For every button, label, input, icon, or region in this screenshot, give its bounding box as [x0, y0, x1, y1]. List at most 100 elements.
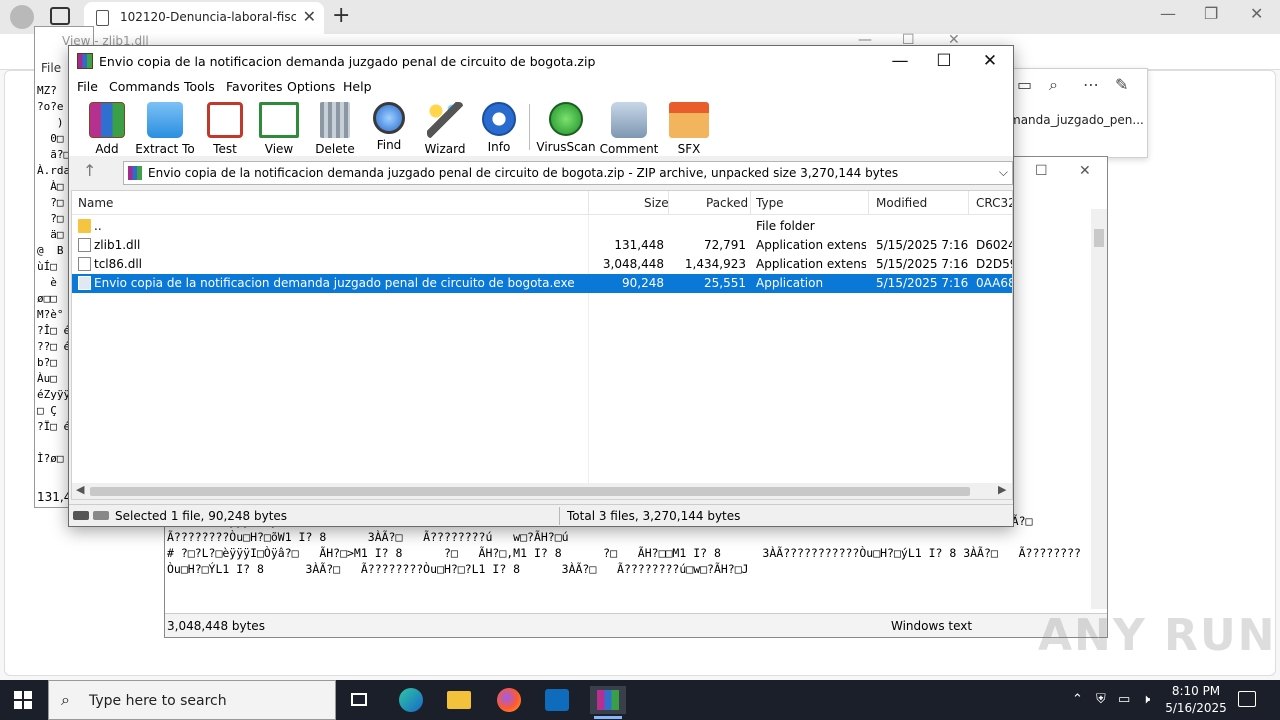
open-folder-icon[interactable]: ▭ [1017, 75, 1032, 94]
main-toolbar: Add Extract To Test View Delete Find Wiz… [69, 98, 1013, 156]
browser-tab[interactable]: 102120-Denuncia-laboral-fiscal-j ✕ [84, 2, 324, 34]
delete-label: Delete [315, 142, 355, 156]
browser-close-icon[interactable]: ✕ [1250, 4, 1263, 23]
find-label: Find [376, 138, 402, 152]
path-bar: ↑ Envio copia de la notificacion demanda… [69, 158, 1013, 186]
col-modified[interactable]: Modified [876, 196, 927, 210]
vertical-scrollbar[interactable] [1091, 209, 1107, 609]
menu-file[interactable]: File [77, 79, 98, 94]
scroll-right-icon[interactable]: ▶ [998, 483, 1006, 496]
zip-archive-icon [128, 166, 142, 180]
folder-icon [78, 219, 91, 233]
virusscan-button[interactable]: VirusScan [536, 102, 596, 156]
taskbar: ⌕ Type here to search ⌃ ⛨ ▭ 🕨 8:10 PM 5/… [0, 680, 1280, 720]
add-button[interactable]: Add [77, 102, 137, 156]
info-label: Info [487, 140, 511, 154]
view-button[interactable]: View [249, 102, 309, 156]
comment-icon [611, 102, 647, 138]
total-status: Total 3 files, 3,270,144 bytes [567, 509, 741, 523]
task-view-icon[interactable] [344, 686, 374, 714]
minimize-icon[interactable]: — [877, 48, 923, 74]
taskbar-search-box[interactable]: ⌕ Type here to search [48, 680, 336, 720]
col-size[interactable]: Size [644, 196, 669, 210]
download-filename[interactable]: manda_juzgado_pen... [1009, 113, 1144, 127]
tab-bar: 102120-Denuncia-laboral-fiscal-j ✕ + — ❐… [0, 0, 1280, 34]
comment-button[interactable]: Comment [599, 102, 659, 156]
new-tab-icon[interactable]: + [332, 3, 350, 28]
row-size: 3,048,448 [602, 257, 664, 271]
sfx-button[interactable]: SFX [659, 102, 719, 156]
system-clock[interactable]: 8:10 PM 5/16/2025 [1160, 683, 1232, 717]
wizard-label: Wizard [424, 142, 466, 156]
tab-actions-icon[interactable] [50, 7, 70, 25]
maximize-icon[interactable]: ☐ [921, 48, 967, 74]
table-row[interactable]: zlib1.dll 131,448 72,791 Application ext… [72, 236, 1012, 255]
show-hidden-icons-icon[interactable]: ⌃ [1072, 692, 1083, 707]
browser-minimize-icon[interactable]: — [1160, 4, 1176, 23]
security-icon[interactable]: ⛨ [1096, 692, 1106, 707]
volume-icon[interactable]: 🕨 [1142, 692, 1150, 707]
viewer-file-menu[interactable]: File [41, 61, 61, 75]
outlook-icon[interactable] [542, 686, 572, 714]
horizontal-scrollbar[interactable]: ◀ ▶ [72, 483, 1012, 499]
downloads-panel: ▭ ⌕ ⋯ ✎ manda_juzgado_pen... [1000, 68, 1148, 158]
close-tab-icon[interactable]: ✕ [303, 7, 316, 26]
info-button[interactable]: Info [469, 102, 529, 156]
winrar-title: Envio copia de la notificacion demanda j… [99, 54, 596, 69]
key-icon[interactable] [93, 511, 109, 520]
table-row-selected[interactable]: Envio copia de la notificacion demanda j… [72, 274, 1012, 293]
winrar-taskbar-icon[interactable] [590, 686, 626, 719]
anyrun-watermark: ANY RUN [1038, 610, 1277, 661]
chevron-down-icon[interactable]: ⌵ [999, 165, 1008, 180]
scroll-left-icon[interactable]: ◀ [76, 483, 84, 496]
col-type[interactable]: Type [756, 196, 784, 210]
row-name: tcl86.dll [94, 257, 143, 271]
menu-options[interactable]: Options [287, 79, 335, 94]
notification-icon[interactable] [1238, 691, 1256, 707]
menu-favorites[interactable]: Favorites [226, 79, 282, 94]
col-name[interactable]: Name [78, 196, 113, 210]
col-crc32[interactable]: CRC32 [976, 196, 1012, 210]
clock-date: 5/16/2025 [1165, 701, 1227, 715]
document-icon [96, 10, 109, 26]
more-downloads-icon[interactable]: ⋯ [1083, 75, 1099, 94]
windows-start-icon[interactable] [14, 691, 32, 709]
wizard-button[interactable]: Wizard [415, 102, 475, 156]
file-explorer-icon[interactable] [444, 686, 474, 714]
menu-tools[interactable]: Tools [184, 79, 215, 94]
menu-commands[interactable]: Commands [109, 79, 180, 94]
scroll-thumb[interactable] [90, 487, 970, 496]
up-folder-icon[interactable]: ↑ [83, 161, 96, 180]
tcl-close-icon[interactable]: ✕ [1079, 163, 1091, 179]
add-label: Add [95, 142, 119, 156]
edge-icon[interactable] [396, 686, 426, 714]
menu-help[interactable]: Help [343, 79, 372, 94]
row-crc: D2D59 [976, 257, 1012, 271]
col-packed[interactable]: Packed [706, 196, 748, 210]
drive-icon[interactable] [73, 511, 89, 520]
browser-restore-icon[interactable]: ❐ [1204, 4, 1218, 23]
file-list[interactable]: Name Size Packed Type Modified CRC32 .. … [71, 190, 1013, 500]
profile-avatar-icon[interactable] [10, 5, 34, 29]
extract-to-button[interactable]: Extract To [135, 102, 195, 156]
table-row[interactable]: tcl86.dll 3,048,448 1,434,923 Applicatio… [72, 255, 1012, 274]
list-header: Name Size Packed Type Modified CRC32 [72, 191, 1012, 215]
find-button[interactable]: Find [359, 102, 419, 156]
row-name: zlib1.dll [94, 238, 141, 252]
firefox-icon[interactable] [494, 686, 524, 714]
search-downloads-icon[interactable]: ⌕ [1049, 75, 1058, 95]
path-dropdown[interactable]: Envio copia de la notificacion demanda j… [123, 161, 1013, 185]
magnifier-icon [373, 102, 405, 134]
pin-icon[interactable]: ✎ [1115, 75, 1128, 94]
close-icon[interactable]: ✕ [967, 48, 1013, 74]
scroll-thumb[interactable] [1094, 229, 1104, 247]
test-button[interactable]: Test [195, 102, 255, 156]
tcl-maximize-icon[interactable]: ☐ [1035, 163, 1048, 179]
row-type: Application [756, 276, 824, 290]
selection-status: Selected 1 file, 90,248 bytes [115, 509, 288, 523]
test-label: Test [213, 142, 237, 156]
network-icon[interactable]: ▭ [1118, 692, 1130, 707]
table-row[interactable]: .. File folder [72, 217, 1012, 236]
delete-button[interactable]: Delete [305, 102, 365, 156]
row-size: 90,248 [622, 276, 664, 290]
